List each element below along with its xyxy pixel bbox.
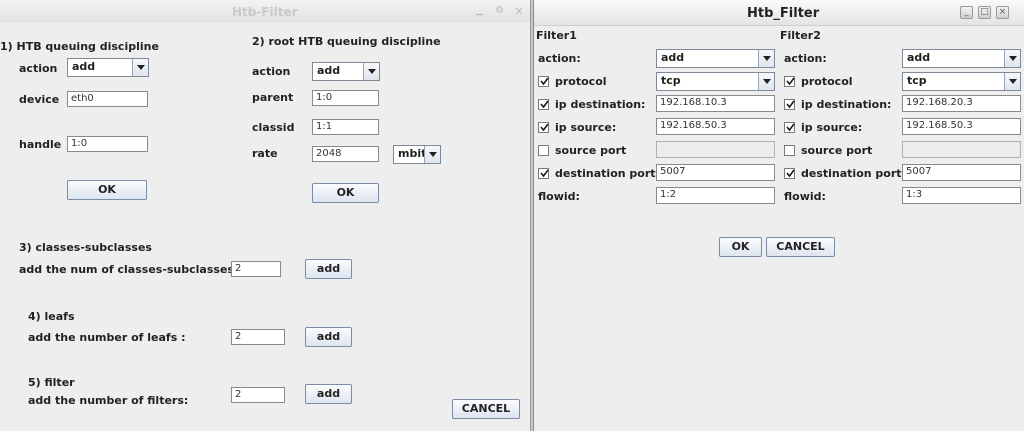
f1-dport-field[interactable]: 5007 [656,164,775,181]
f1-ipdst-field[interactable]: 192.168.10.3 [656,95,775,112]
rate-field[interactable]: 2048 [312,146,379,162]
chevron-down-icon[interactable] [758,50,774,67]
f2-flowid-label: flowid: [784,190,826,203]
section3-heading: 3) classes-subclasses [19,241,152,254]
s2-parent-label: parent [252,91,294,104]
s1-action-label: action [19,62,58,75]
close-icon[interactable]: × [514,4,524,18]
add-classes-button[interactable]: add [305,259,352,279]
f2-sport-field[interactable] [902,141,1021,158]
f2-ipdst-checkbox[interactable] [784,99,795,110]
f1-flowid-label: flowid: [538,190,580,203]
right-cancel-button[interactable]: CANCEL [766,237,835,257]
add-leafs-button[interactable]: add [305,327,352,347]
settings-icon[interactable]: ⚙ [495,5,504,16]
s2-classid-label: classid [252,121,295,134]
chevron-down-icon[interactable] [363,63,379,80]
s1-ok-button[interactable]: OK [67,180,147,200]
right-ok-button[interactable]: OK [719,237,762,257]
s1-handle-label: handle [19,138,62,151]
section4-heading: 4) leafs [28,310,75,323]
f1-protocol-select[interactable]: tcp [656,72,775,91]
minimize-icon[interactable]: ▁ [476,6,483,16]
s2-rate-label: rate [252,147,278,160]
section2-heading: 2) root HTB queuing discipline [252,35,441,48]
f1-sport-field[interactable] [656,141,775,158]
chevron-down-icon[interactable] [1004,50,1020,67]
parent-field[interactable]: 1:0 [312,90,379,106]
f2-ipsrc-checkbox[interactable] [784,122,795,133]
chevron-down-icon[interactable] [424,146,440,163]
filters-count-field[interactable]: 2 [231,387,285,403]
f2-ipdst-field[interactable]: 192.168.20.3 [902,95,1021,112]
s3-prompt: add the num of classes-subclasses: [19,263,239,276]
f2-sport-label: source port [801,144,873,157]
classid-field[interactable]: 1:1 [312,119,379,135]
s1-action-value: add [72,60,96,73]
f1-dport-label: destination port: [555,167,660,180]
f1-protocol-checkbox[interactable] [538,76,549,87]
f1-action-value: add [661,51,685,64]
rate-unit-value: mbit [398,147,427,160]
f2-dport-label: destination port: [801,167,906,180]
f2-sport-checkbox[interactable] [784,145,795,156]
s5-prompt: add the number of filters: [28,394,189,407]
f2-protocol-label: protocol [801,75,853,88]
f2-action-label: action: [784,52,827,65]
add-filters-button[interactable]: add [305,384,352,404]
f1-ipsrc-label: ip source: [555,121,617,134]
f1-ipsrc-checkbox[interactable] [538,122,549,133]
f1-protocol-value: tcp [661,74,681,87]
f2-protocol-select[interactable]: tcp [902,72,1021,91]
f1-dport-checkbox[interactable] [538,168,549,179]
f2-ipsrc-field[interactable]: 192.168.50.3 [902,118,1021,135]
chevron-down-icon[interactable] [132,59,148,76]
leafs-count-field[interactable]: 2 [231,329,285,345]
rate-unit-select[interactable]: mbit [393,145,441,164]
section5-heading: 5) filter [28,376,75,389]
chevron-down-icon[interactable] [1004,73,1020,90]
filter2-header: Filter2 [780,29,821,42]
f1-ipsrc-field[interactable]: 192.168.50.3 [656,118,775,135]
s1-device-label: device [19,93,60,106]
f2-ipdst-label: ip destination: [801,98,892,111]
section1-heading: 1) HTB queuing discipline [0,40,159,53]
s2-action-value: add [317,64,341,77]
f2-action-value: add [907,51,931,64]
f1-sport-checkbox[interactable] [538,145,549,156]
f1-action-select[interactable]: add [656,49,775,68]
f2-flowid-field[interactable]: 1:3 [902,187,1021,204]
f2-protocol-value: tcp [907,74,927,87]
maximize-icon[interactable]: □ [978,6,991,19]
chevron-down-icon[interactable] [758,73,774,90]
s2-action-select[interactable]: add [312,62,380,81]
f1-ipdst-label: ip destination: [555,98,646,111]
s2-action-label: action [252,65,291,78]
f2-action-select[interactable]: add [902,49,1021,68]
f2-ipsrc-label: ip source: [801,121,863,134]
device-field[interactable]: eth0 [67,91,148,107]
htb-filter-dialog: Htb_Filter _ □ × Filter1 action: add pro… [533,0,1024,431]
f1-ipdst-checkbox[interactable] [538,99,549,110]
f1-action-label: action: [538,52,581,65]
f2-dport-checkbox[interactable] [784,168,795,179]
close-icon[interactable]: × [996,6,1009,19]
left-cancel-button[interactable]: CANCEL [452,399,520,419]
f1-flowid-field[interactable]: 1:2 [656,187,775,204]
handle-field[interactable]: 1:0 [67,136,148,152]
s1-action-select[interactable]: add [67,58,149,77]
filter1-header: Filter1 [536,29,577,42]
classes-count-field[interactable]: 2 [231,261,281,277]
f2-protocol-checkbox[interactable] [784,76,795,87]
htb-filter-window: Htb-Filter ▁ ⚙ × 1) HTB queuing discipli… [0,0,531,431]
right-window-title: Htb_Filter [747,6,820,21]
f2-dport-field[interactable]: 5007 [902,164,1021,181]
left-window-title: Htb-Filter [232,5,298,19]
f1-protocol-label: protocol [555,75,607,88]
f1-sport-label: source port [555,144,627,157]
s2-ok-button[interactable]: OK [312,183,379,203]
s4-prompt: add the number of leafs : [28,331,186,344]
minimize-icon[interactable]: _ [960,6,973,19]
